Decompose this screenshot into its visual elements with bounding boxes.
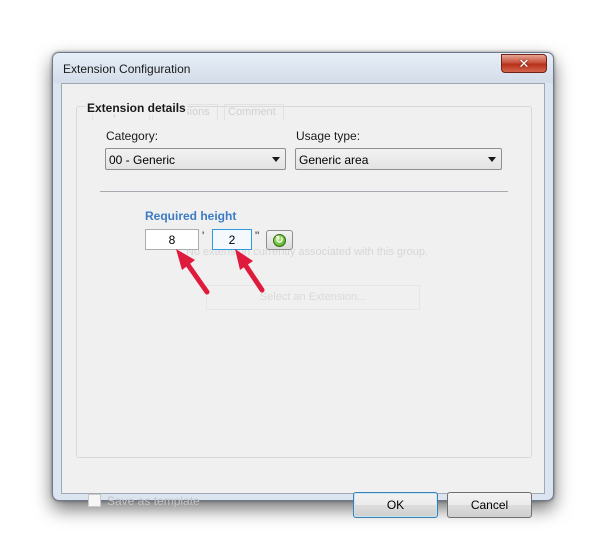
- height-inches-input[interactable]: [212, 229, 252, 250]
- ok-button[interactable]: OK: [353, 492, 438, 518]
- category-value: 00 - Generic: [109, 153, 176, 167]
- title-bar[interactable]: Extension Configuration ✕: [53, 53, 553, 83]
- height-feet-input[interactable]: [145, 229, 199, 250]
- chevron-down-icon: [272, 157, 280, 162]
- chevron-down-icon: [488, 157, 496, 162]
- category-dropdown[interactable]: 00 - Generic: [105, 148, 286, 170]
- save-as-template-label: Save as template: [107, 494, 200, 508]
- usage-type-value: Generic area: [299, 153, 369, 167]
- dialog-client-area: Properties Extensions Comment Extension …: [61, 83, 545, 518]
- extension-configuration-dialog: Extension Configuration ✕ Properties Ext…: [52, 52, 554, 518]
- refresh-icon: ↻: [273, 233, 286, 247]
- inches-unit: ": [255, 229, 260, 243]
- usage-type-label: Usage type:: [296, 129, 361, 143]
- usage-type-dropdown[interactable]: Generic area: [295, 148, 502, 170]
- cancel-button[interactable]: Cancel: [447, 492, 532, 518]
- refresh-button[interactable]: ↻: [266, 230, 293, 250]
- save-as-template-checkbox[interactable]: [88, 494, 101, 507]
- divider: [100, 191, 508, 192]
- close-button[interactable]: ✕: [501, 54, 547, 73]
- ghost-select-extension-button: Select an Extension...: [206, 285, 420, 310]
- feet-unit: ': [202, 229, 205, 243]
- close-icon: ✕: [518, 56, 530, 71]
- group-title: Extension details: [86, 101, 187, 115]
- category-label: Category:: [106, 129, 159, 143]
- window-title: Extension Configuration: [63, 62, 191, 76]
- required-height-label: Required height: [145, 209, 237, 223]
